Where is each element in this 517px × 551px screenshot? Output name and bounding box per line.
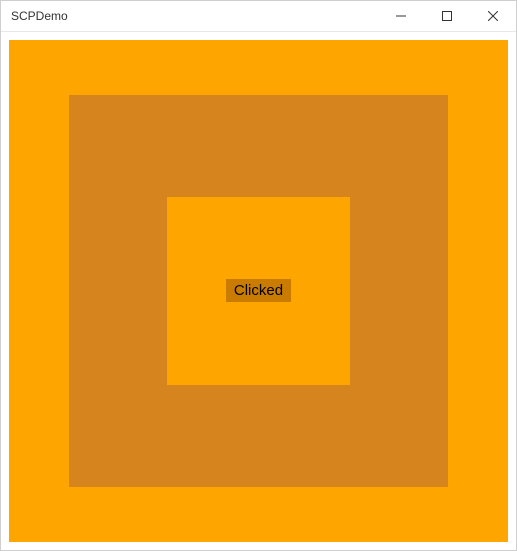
middle-panel: Clicked <box>69 95 448 487</box>
client-area: Clicked <box>1 32 516 550</box>
close-button[interactable] <box>470 1 516 31</box>
maximize-button[interactable] <box>424 1 470 31</box>
window-controls <box>378 1 516 31</box>
titlebar: SCPDemo <box>1 1 516 32</box>
clicked-button[interactable]: Clicked <box>226 279 291 302</box>
app-window: SCPDemo Clicked <box>0 0 517 551</box>
window-title: SCPDemo <box>1 9 68 23</box>
close-icon <box>488 11 498 21</box>
minimize-button[interactable] <box>378 1 424 31</box>
minimize-icon <box>396 11 406 21</box>
inner-panel: Clicked <box>167 197 349 385</box>
outer-panel: Clicked <box>9 40 508 542</box>
maximize-icon <box>442 11 452 21</box>
